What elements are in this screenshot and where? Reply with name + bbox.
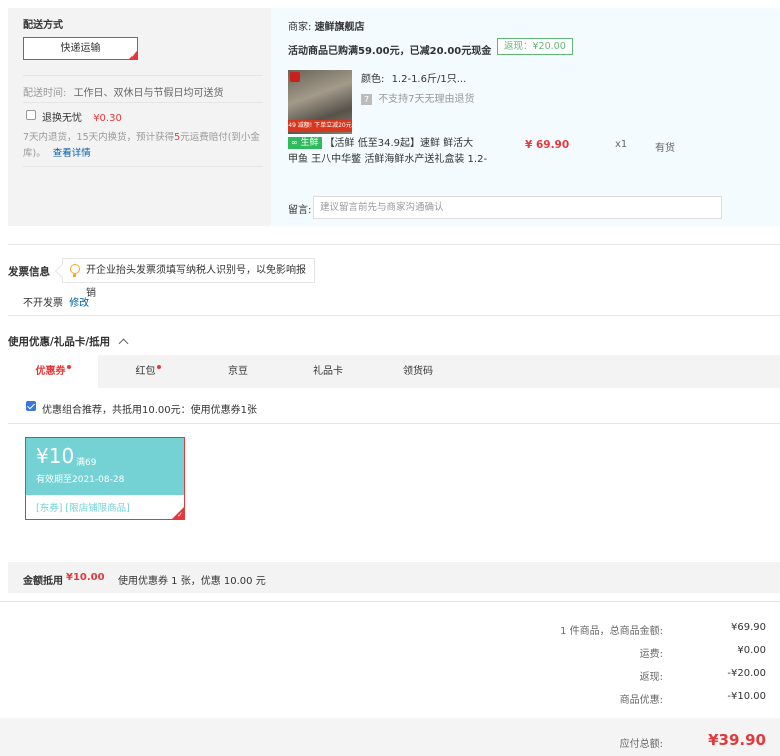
insurance-checkbox[interactable] [26,110,36,120]
check-icon: ✓ [130,52,136,59]
divider [23,166,263,167]
product-title[interactable]: ∞ 生鲜 【活鲜 低至34.9起】速鲜 鲜活大 甲鱼 王八中华鳖 活鲜海鲜水产送礼… [288,136,488,168]
goods-count-suffix: 件商品，总商品金额: [566,626,663,637]
tab-jd-beans-label: 京豆 [228,366,248,377]
divider [23,75,263,76]
check-icon: ✓ [177,511,183,519]
tab-coupons[interactable]: 优惠券 [8,355,98,388]
thumbnail-promo-badge: 49 减额! 下单立减20元 [288,120,352,132]
divider [23,102,263,103]
color-label: 颜色: [361,74,385,85]
merchant-name[interactable]: 速鲜旗舰店 [315,22,365,33]
new-dot-icon [66,365,71,369]
goods-amount: ¥69.90 [731,622,766,633]
shipping-method-label: 快递运输 [60,43,101,54]
message-label: 留言: [288,205,312,216]
coupon-expiry: 有效期至2021-08-28 [36,475,125,485]
no-return-text: 不支持7天无理由退货 [378,94,475,105]
delivery-time: 配送时间: 工作日、双休日与节假日均可送货 [23,84,224,99]
cashback-label: 返现: [639,672,663,683]
product-thumbnail[interactable]: 49 减额! 下单立减20元 [288,70,352,134]
merchant-label: 商家: [288,22,312,33]
delivery-time-label: 配送时间: [23,88,67,99]
section-divider [8,315,780,316]
goods-count-label: 1 件商品，总商品金额: [520,622,663,637]
no-return-notice: 7 不支持7天无理由退货 [361,90,475,105]
order-panel: 商家: 速鲜旗舰店 活动商品已购满59.00元，已减20.00元现金 返现：¥2… [271,8,780,226]
product-color: 颜色: 1.2-1.6斤/1只... [361,70,466,85]
product-price: ¥ 69.90 [525,139,570,151]
tab-redeem-code[interactable]: 领货码 [373,355,463,388]
invoice-tip: 开企业抬头发票须填写纳税人识别号，以免影响报销 [62,258,315,299]
invoice-value: 不开发票 [23,298,63,309]
insurance-details-link[interactable]: 查看详情 [53,148,91,159]
shipping-fee: ¥0.00 [737,645,766,656]
invoice-tip-text: 开企业抬头发票须填写纳税人识别号，以免影响报销 [86,265,306,299]
invoice-edit-link[interactable]: 修改 [69,298,89,309]
new-dot-icon [156,365,161,369]
cashback-badge: 返现：¥20.00 [497,38,573,55]
insurance-desc-text: 7天内退货，15天内换货，预计获得 [23,132,175,143]
fresh-tag-label: 生鲜 [300,138,319,148]
coupon-summary-detail: 使用优惠券 1 张，优惠 10.00 元 [118,576,266,587]
insurance-label: 退换无忧 [42,113,82,124]
tab-gift-cards[interactable]: 礼品卡 [283,355,373,388]
recommend-checkbox[interactable] [26,401,36,411]
product-discount: -¥10.00 [727,691,766,702]
divider [8,423,780,424]
shipping-panel: 配送方式 快递运输 ✓ 配送时间: 工作日、双休日与节假日均可送货 退换无忧 ¥… [8,8,271,226]
insurance-row: 退换无忧 ¥0.30 [42,109,122,124]
coupon-card[interactable]: ¥10 满69 有效期至2021-08-28 [东券] [限店铺限商品] ✓ [25,437,185,520]
product-stock: 有货 [655,143,675,154]
fresh-icon: ∞ [291,138,298,147]
recommend-text: 优惠组合推荐，共抵用10.00元：使用优惠券1张 [42,405,257,416]
promo-sticker-icon [290,72,300,82]
tab-red-packets[interactable]: 红包 [103,355,193,388]
insurance-price: ¥0.30 [93,113,122,124]
total-bar: 应付总额: ¥39.90 [0,718,780,756]
product-quantity: x1 [615,139,628,150]
product-title-line2: 甲鱼 王八中华鳖 活鲜海鲜水产送礼盒装 1.2- [288,154,488,165]
section-divider [8,244,780,245]
shipping-title: 配送方式 [23,20,63,31]
tab-gift-cards-label: 礼品卡 [313,366,343,377]
discount-tab-bar: 优惠券 红包 京豆 礼品卡 领货码 [8,355,780,388]
product-discount-label: 商品优惠: [619,695,663,706]
coupon-card-top: ¥10 满69 有效期至2021-08-28 [26,438,184,495]
shipping-fee-label: 运费: [639,649,663,660]
invoice-value-row: 不开发票 修改 [23,294,89,309]
cashback-amount: -¥20.00 [727,668,766,679]
discount-title-text: 使用优惠/礼品卡/抵用 [8,336,111,348]
coupon-summary: 金额抵用 ¥10.00 使用优惠券 1 张，优惠 10.00 元 [8,562,780,593]
section-divider [0,601,780,602]
lightbulb-icon [70,264,80,277]
coupon-summary-label: 金额抵用 [23,576,63,587]
no-return-icon: 7 [361,94,372,105]
tab-coupons-label: 优惠券 [35,366,66,377]
coupon-summary-amount: ¥10.00 [66,572,105,583]
tab-jd-beans[interactable]: 京豆 [193,355,283,388]
payable-label: 应付总额: [619,739,663,750]
tab-red-packets-label: 红包 [135,366,156,377]
invoice-title: 发票信息 [8,266,50,278]
coupon-amount: ¥10 [36,444,75,468]
payable-amount: ¥39.90 [708,731,766,749]
chevron-up-icon [118,338,129,348]
discount-title[interactable]: 使用优惠/礼品卡/抵用 [8,334,129,349]
tab-redeem-code-label: 领货码 [403,366,433,377]
product-title-line1: 【活鲜 低至34.9起】速鲜 鲜活大 [324,138,474,149]
delivery-time-value: 工作日、双休日与节假日均可送货 [73,88,224,99]
fresh-food-tag: ∞ 生鲜 [288,137,322,149]
insurance-description: 7天内退货，15天内换货，预计获得5元运费赔付(到小金库)。 查看详情 [23,130,263,162]
merchant: 商家: 速鲜旗舰店 [288,18,365,33]
promo-text: 活动商品已购满59.00元，已减20.00元现金 [288,46,492,57]
shipping-method-button[interactable]: 快递运输 ✓ [23,37,138,60]
coupon-condition: 满69 [76,458,97,468]
coupon-scope: [东券] [限店铺限商品] [36,503,130,514]
message-input[interactable]: 建议留言前先与商家沟通确认 [313,196,722,219]
color-value: 1.2-1.6斤/1只... [391,74,467,85]
